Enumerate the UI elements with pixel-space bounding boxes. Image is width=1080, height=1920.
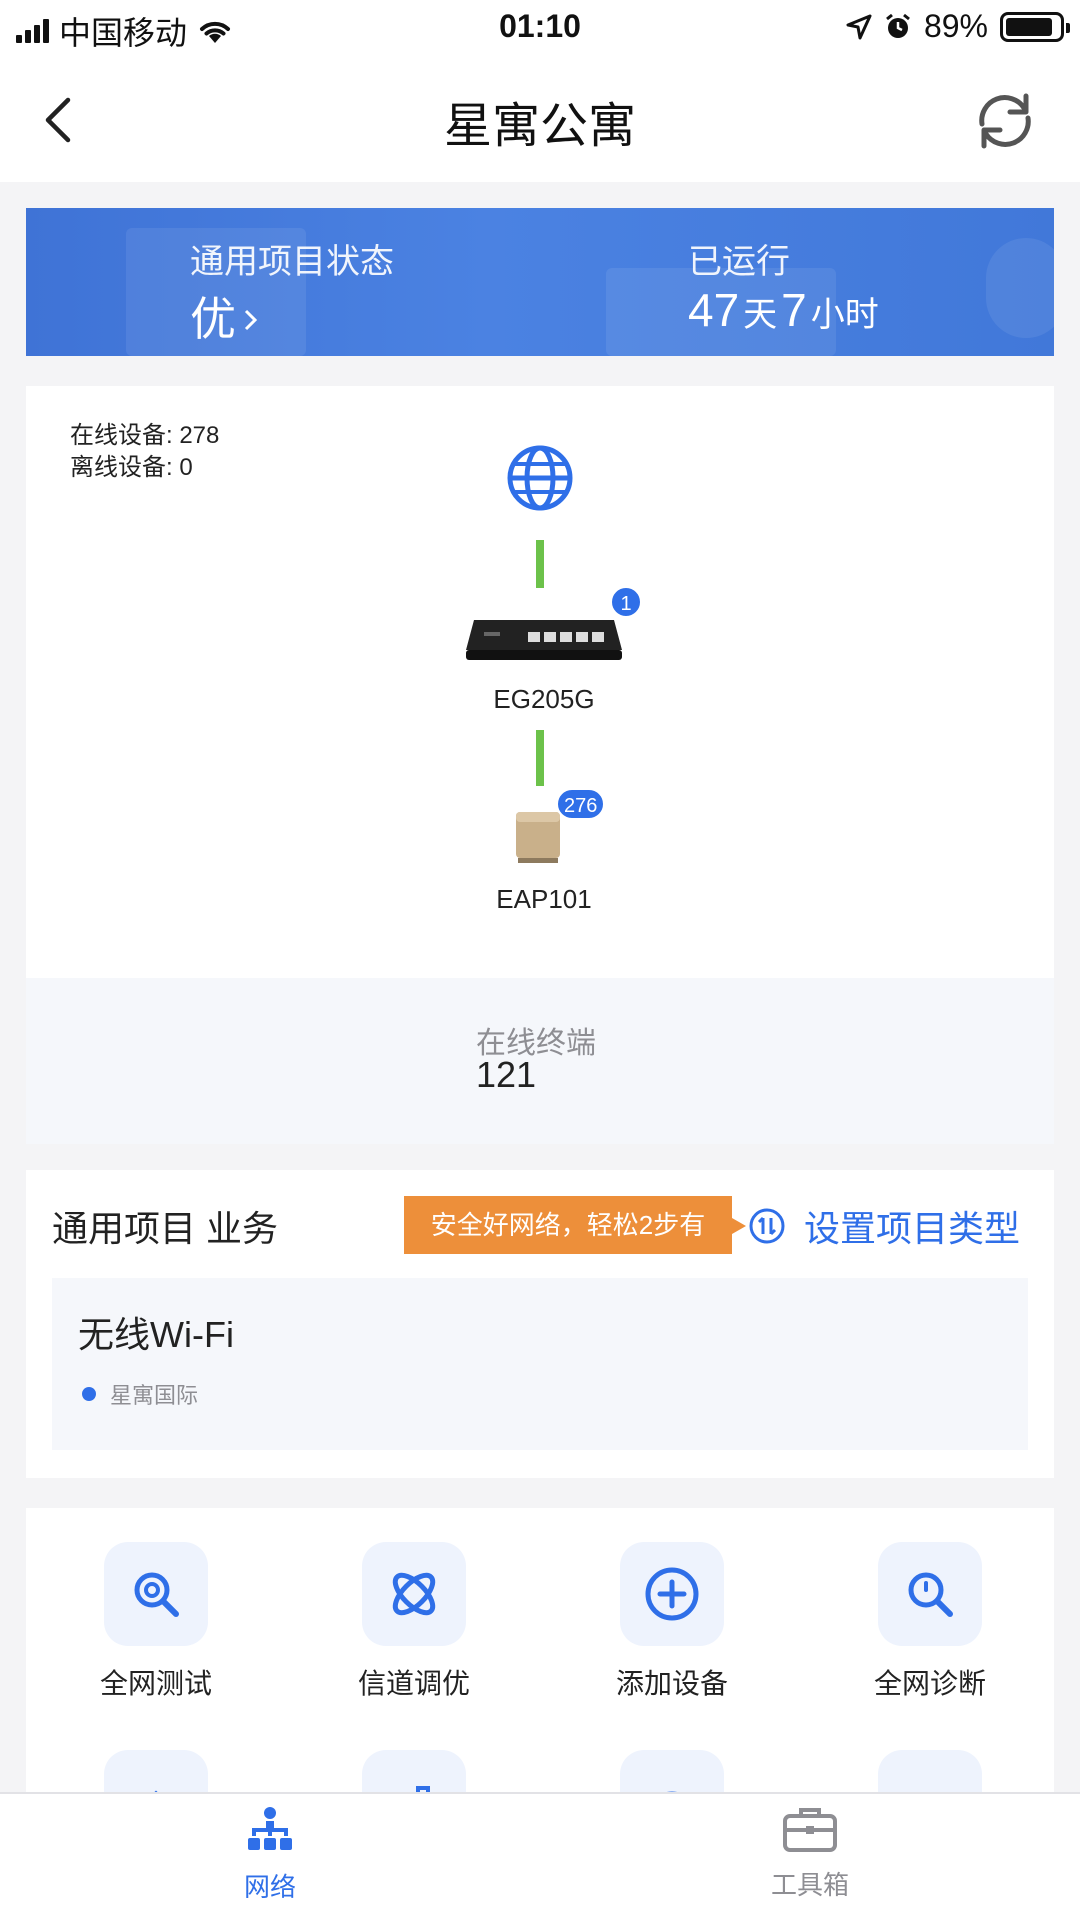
set-type-label: 设置项目类型: [804, 1208, 1021, 1249]
alarm-icon: [886, 13, 910, 38]
tool-network-diagnosis[interactable]: 全网诊断: [850, 1542, 1010, 1702]
tool-label: 全网测试: [99, 1668, 212, 1699]
online-devices: 在线设备: 278: [70, 422, 220, 449]
business-card: 通用项目 业务 安全好网络，轻松2步有 设置项目类型 无线Wi-Fi 星寓国际: [26, 1170, 1054, 1478]
status-block[interactable]: 通用项目状态 优: [190, 234, 394, 349]
wifi-title: 无线Wi-Fi: [78, 1314, 234, 1355]
tool-label: 全网诊断: [873, 1668, 986, 1699]
status-right: 89%: [846, 8, 1070, 45]
page-title: 星寓公寓: [443, 100, 636, 153]
plus-circle-icon: [645, 1567, 699, 1621]
search-icon: [908, 1572, 953, 1617]
link-line-lan: [536, 730, 544, 786]
runtime-hours: 7: [781, 284, 807, 336]
chevron-right-icon: [244, 309, 258, 331]
tool-icon-box: [104, 1542, 208, 1646]
tool-icon-box: [620, 1542, 724, 1646]
ap-badge: 276: [556, 788, 606, 820]
tab-toolbox-label: 工具箱: [770, 1870, 849, 1900]
tool-label: 信道调优: [357, 1668, 470, 1699]
wifi-ssid: 星寓国际: [110, 1383, 199, 1408]
tab-toolbox[interactable]: 工具箱: [710, 1806, 910, 1902]
project-status-banner: 通用项目状态 优 已运行 47 天 7 小时: [26, 208, 1054, 356]
ap-name: EAP101: [496, 884, 592, 914]
battery-percent: 89%: [923, 8, 988, 44]
status-dot: [82, 1387, 96, 1401]
wifi-service-item[interactable]: 无线Wi-Fi 星寓国际: [52, 1278, 1028, 1450]
tool-icon-box: [878, 1542, 982, 1646]
promo-tip[interactable]: 安全好网络，轻松2步有: [404, 1196, 746, 1254]
battery-icon: [1000, 11, 1070, 42]
tab-network-label: 网络: [243, 1872, 296, 1902]
business-title: 通用项目 业务: [52, 1208, 279, 1249]
online-terminals-panel[interactable]: 在线终端 121: [26, 978, 1054, 1144]
status-value-row: 优: [190, 283, 394, 349]
toolbox-icon: [783, 1808, 837, 1852]
tool-network-test[interactable]: 全网测试: [76, 1542, 236, 1702]
access-point-icon[interactable]: [514, 808, 562, 864]
tool-label: 添加设备: [615, 1668, 728, 1699]
terminals-value: 121: [476, 1054, 537, 1095]
nav-bar: 星寓公寓: [0, 56, 1080, 182]
hours-unit: 小时: [810, 296, 879, 334]
tool-channel-tuning[interactable]: 信道调优: [334, 1542, 494, 1702]
tab-network[interactable]: 网络: [170, 1806, 370, 1904]
status-bar: 中国移动 01:10 89%: [0, 0, 1080, 56]
status-label: 通用项目状态: [190, 243, 394, 281]
network-tab-icon: [248, 1807, 292, 1850]
link-line-wan: [536, 540, 544, 588]
offline-devices: 离线设备: 0: [70, 454, 193, 481]
status-value: 优: [190, 293, 236, 345]
runtime-days: 47: [688, 284, 740, 336]
sort-icon: [749, 1208, 785, 1244]
wifi-subtitle-row: 星寓国际: [82, 1378, 198, 1410]
search-target-icon: [134, 1572, 179, 1617]
runtime-value: 47 天 7 小时: [688, 283, 879, 337]
topology-card: 在线设备: 278 离线设备: 0 1 EG205G 276 EAP101: [26, 386, 1054, 978]
device-counts: 在线设备: 278 离线设备: 0: [70, 420, 219, 484]
router-device-icon[interactable]: [464, 614, 624, 666]
gateway-badge: 1: [610, 586, 642, 618]
runtime-block: 已运行 47 天 7 小时: [688, 234, 879, 337]
refresh-icon[interactable]: [970, 86, 1040, 156]
days-unit: 天: [743, 296, 778, 334]
set-project-type-link[interactable]: 设置项目类型: [748, 1200, 1020, 1252]
gateway-name: EG205G: [493, 684, 595, 714]
tool-icon-box: [362, 1542, 466, 1646]
tool-add-device[interactable]: 添加设备: [592, 1542, 752, 1702]
globe-icon[interactable]: [506, 444, 574, 512]
tab-bar: 网络 工具箱: [0, 1792, 1080, 1920]
orbit-icon: [392, 1572, 436, 1616]
runtime-label: 已运行: [688, 243, 790, 281]
location-icon: [846, 14, 872, 39]
